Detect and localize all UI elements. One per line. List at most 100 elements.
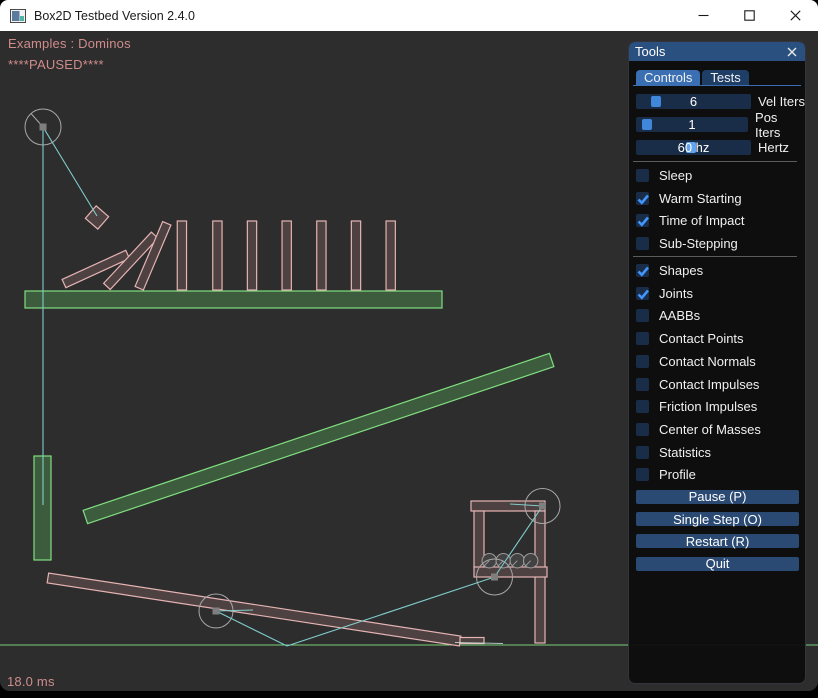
hertz-value: 60 hz <box>636 140 751 155</box>
quit-button[interactable]: Quit <box>636 557 799 571</box>
center-of-masses-checkbox-row[interactable]: Center of Masses <box>636 423 805 436</box>
shapes-checkbox-row[interactable]: Shapes <box>636 264 805 277</box>
center-of-masses-checkbox[interactable] <box>636 423 649 436</box>
sub-stepping-checkbox-row[interactable]: Sub-Stepping <box>636 237 805 250</box>
vel-iters-label: Vel Iters <box>758 94 805 109</box>
checkmark-icon <box>635 263 651 279</box>
solver-option-checkboxes: Sleep Warm Starting Time of Impact Sub-Step… <box>636 169 805 250</box>
shapes-checkbox[interactable] <box>636 264 649 277</box>
contact-normals-checkbox-row[interactable]: Contact Normals <box>636 355 805 368</box>
domino-standing-4[interactable] <box>282 221 291 290</box>
tab-underline <box>633 85 801 86</box>
contact-impulses-label: Contact Impulses <box>659 377 759 392</box>
app-window: Box2D Testbed Version 2.4.0 Examples : D… <box>0 0 818 691</box>
hertz-slider[interactable]: 60 hz <box>636 140 751 155</box>
profile-checkbox[interactable] <box>636 468 649 481</box>
statistics-checkbox[interactable] <box>636 446 649 459</box>
window-titlebar[interactable]: Box2D Testbed Version 2.4.0 <box>0 0 818 31</box>
shapes-label: Shapes <box>659 263 703 278</box>
warm-starting-checkbox-row[interactable]: Warm Starting <box>636 192 805 205</box>
action-buttons: Pause (P) Single Step (O) Restart (R) Quit <box>636 490 805 571</box>
ramp-plank <box>83 353 554 523</box>
statistics-checkbox-row[interactable]: Statistics <box>636 446 805 459</box>
domino-standing-1[interactable] <box>177 221 186 290</box>
panel-close-button[interactable] <box>785 45 799 59</box>
time-of-impact-label: Time of Impact <box>659 213 744 228</box>
pos-iters-label: Pos Iters <box>755 110 805 140</box>
app-icon <box>10 8 26 24</box>
pos-iters-slider[interactable]: 1 <box>636 117 748 132</box>
tab-tests[interactable]: Tests <box>702 70 748 85</box>
pause-button[interactable]: Pause (P) <box>636 490 799 504</box>
domino-standing-3[interactable] <box>247 221 256 290</box>
tools-panel-titlebar[interactable]: Tools <box>629 42 805 61</box>
joints-checkbox[interactable] <box>636 287 649 300</box>
window-controls <box>680 0 818 31</box>
statistics-label: Statistics <box>659 445 711 460</box>
draw-option-checkboxes: Shapes Joints AABBs Contact Points Contact N… <box>636 264 805 481</box>
contact-points-checkbox-row[interactable]: Contact Points <box>636 332 805 345</box>
center-of-masses-label: Center of Masses <box>659 422 761 437</box>
hertz-slider-row: 60 hz Hertz <box>636 140 805 155</box>
hertz-label: Hertz <box>758 140 789 155</box>
restart-button[interactable]: Restart (R) <box>636 534 799 548</box>
frame-time-label: 18.0 ms <box>7 674 55 689</box>
tools-panel: Tools Controls Tests 6Vel Iters1Pos Iter… <box>628 41 806 684</box>
aabbs-label: AABBs <box>659 308 700 323</box>
vel-iters-slider[interactable]: 6 <box>636 94 751 109</box>
pos-iters-value: 1 <box>636 117 748 132</box>
joint-line <box>43 127 97 216</box>
maximize-icon <box>744 10 755 21</box>
checkmark-icon <box>635 191 651 207</box>
friction-impulses-checkbox[interactable] <box>636 400 649 413</box>
tools-panel-title: Tools <box>635 44 785 59</box>
pendulum-box[interactable] <box>85 206 108 229</box>
joints-label: Joints <box>659 286 693 301</box>
joint-anchor-point <box>539 503 546 510</box>
profile-label: Profile <box>659 467 696 482</box>
time-of-impact-checkbox-row[interactable]: Time of Impact <box>636 214 805 227</box>
minimize-button[interactable] <box>680 0 726 31</box>
sleep-label: Sleep <box>659 168 692 183</box>
checkmark-icon <box>635 213 651 229</box>
domino-standing-5[interactable] <box>317 221 326 290</box>
close-button[interactable] <box>772 0 818 31</box>
separator <box>633 161 797 162</box>
minimize-icon <box>698 10 709 21</box>
domino-standing-2[interactable] <box>213 221 222 290</box>
paused-status: ****PAUSED**** <box>8 57 104 72</box>
contact-impulses-checkbox-row[interactable]: Contact Impulses <box>636 378 805 391</box>
tab-controls[interactable]: Controls <box>636 70 700 85</box>
separator <box>633 256 797 257</box>
tab-bar: Controls Tests <box>636 70 805 85</box>
maximize-button[interactable] <box>726 0 772 31</box>
aabbs-checkbox[interactable] <box>636 309 649 322</box>
sleep-checkbox-row[interactable]: Sleep <box>636 169 805 182</box>
checkmark-icon <box>635 286 651 302</box>
domino-standing-6[interactable] <box>351 221 360 290</box>
sub-stepping-checkbox[interactable] <box>636 237 649 250</box>
contact-normals-checkbox[interactable] <box>636 355 649 368</box>
sub-stepping-label: Sub-Stepping <box>659 236 738 251</box>
seesaw-plank[interactable] <box>47 573 461 646</box>
joints-checkbox-row[interactable]: Joints <box>636 287 805 300</box>
warm-starting-checkbox[interactable] <box>636 192 649 205</box>
solver-sliders: 6Vel Iters1Pos Iters60 hzHertz <box>636 94 805 155</box>
vel-iters-value: 6 <box>636 94 751 109</box>
dominos-platform <box>25 291 442 308</box>
contact-points-label: Contact Points <box>659 331 744 346</box>
contact-impulses-checkbox[interactable] <box>636 378 649 391</box>
time-of-impact-checkbox[interactable] <box>636 214 649 227</box>
profile-checkbox-row[interactable]: Profile <box>636 468 805 481</box>
window-title: Box2D Testbed Version 2.4.0 <box>34 9 195 23</box>
sleep-checkbox[interactable] <box>636 169 649 182</box>
friction-impulses-checkbox-row[interactable]: Friction Impulses <box>636 400 805 413</box>
aabbs-checkbox-row[interactable]: AABBs <box>636 309 805 322</box>
joint-anchor-point <box>491 574 498 581</box>
single-step-button[interactable]: Single Step (O) <box>636 512 799 526</box>
contact-points-checkbox[interactable] <box>636 332 649 345</box>
joint-anchor-point <box>213 608 220 615</box>
pos-iters-slider-row: 1Pos Iters <box>636 117 805 132</box>
domino-standing-7[interactable] <box>386 221 395 290</box>
close-icon <box>790 10 801 21</box>
